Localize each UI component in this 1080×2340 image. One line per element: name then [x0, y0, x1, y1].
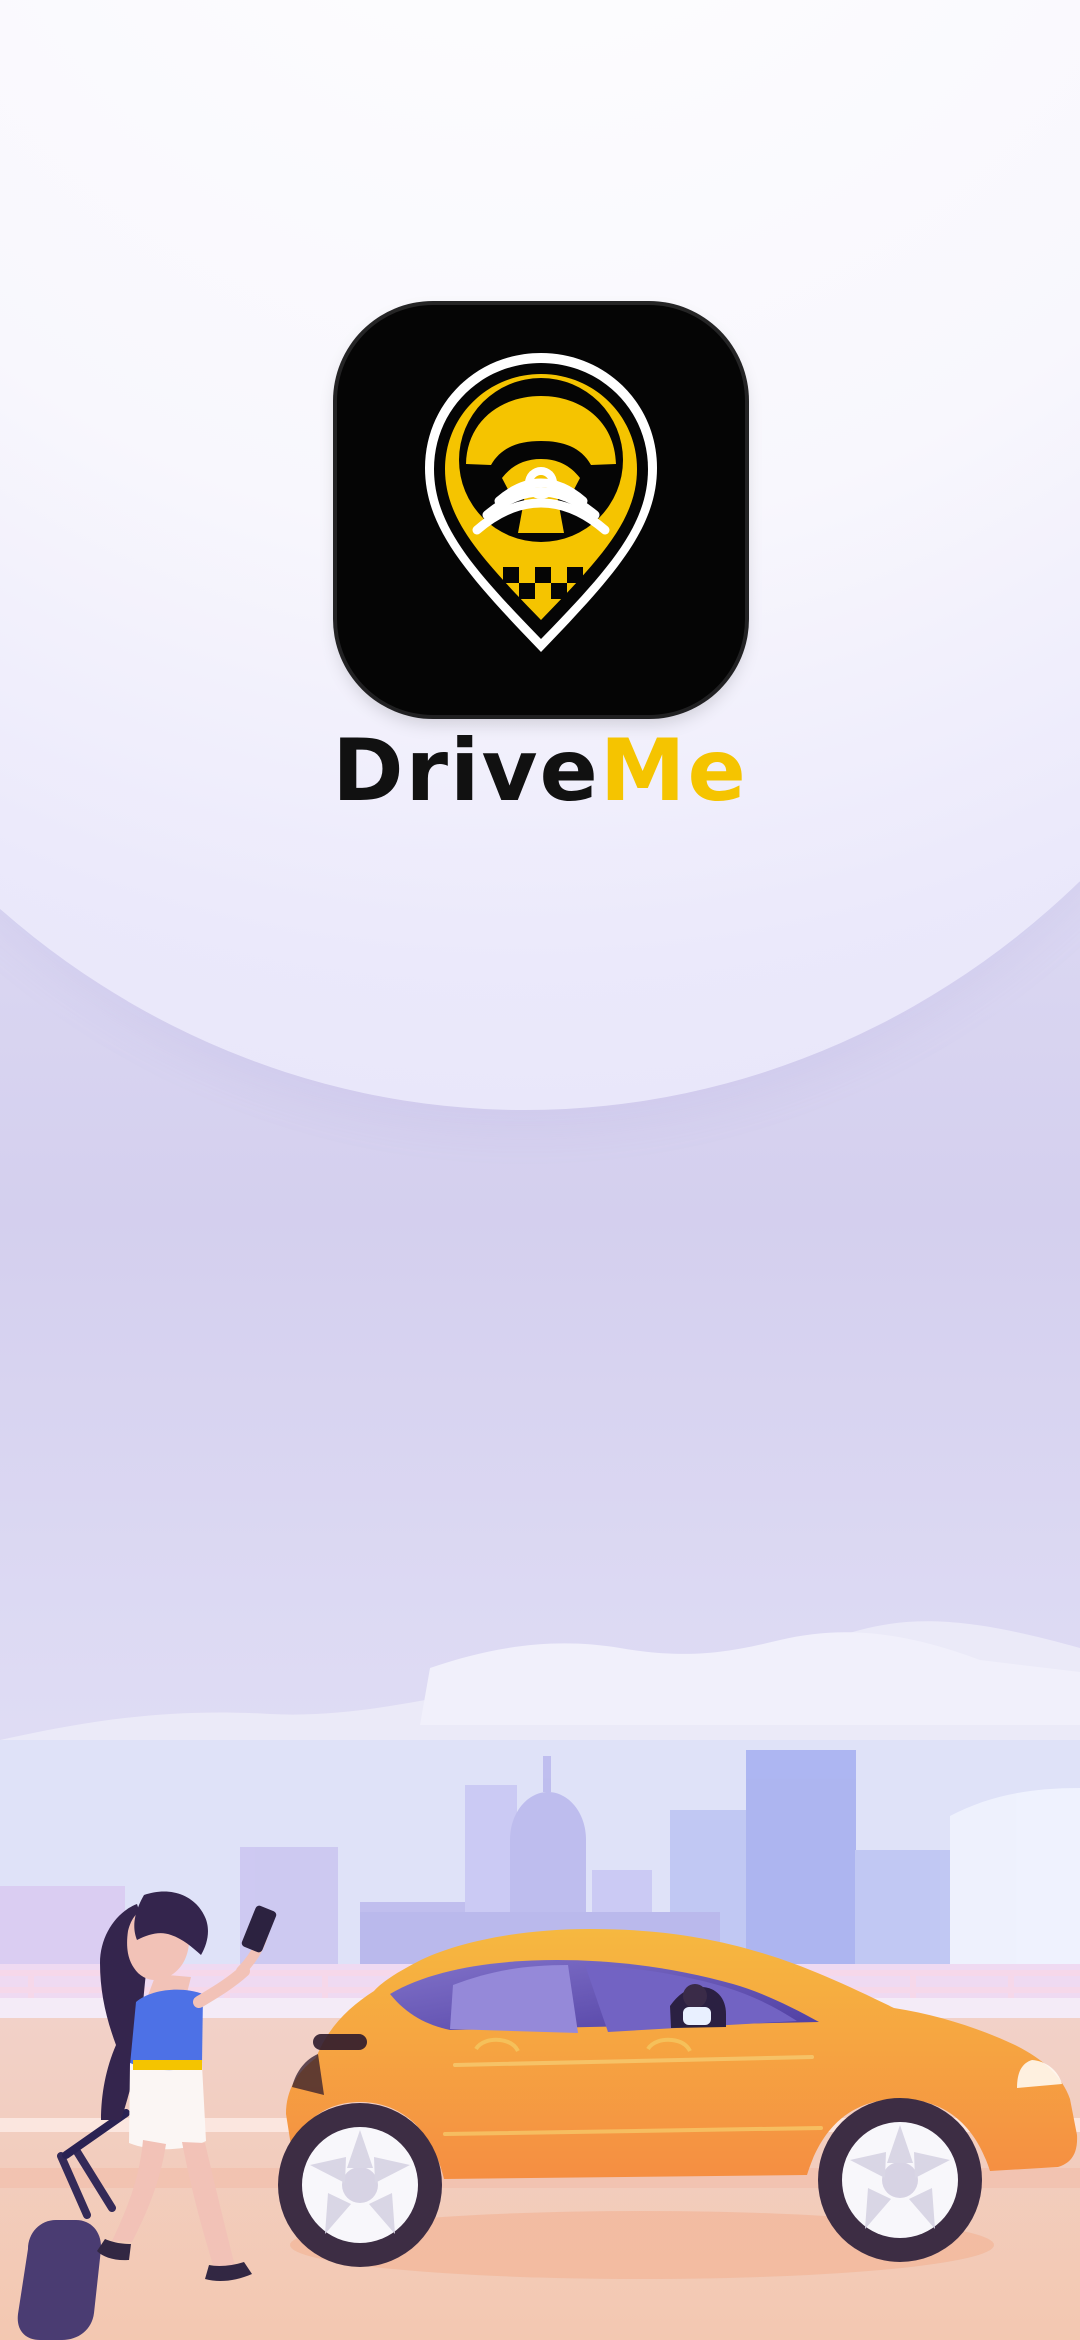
- brand-name: DriveMe: [0, 728, 1080, 814]
- brand-name-accent: Me: [599, 721, 748, 821]
- ride-hailing-illustration-svg: [0, 1621, 1080, 2340]
- location-pin-steering-wheel-icon: [425, 353, 657, 652]
- brand-logo-area: DriveMe: [0, 305, 1080, 825]
- app-logo: [337, 305, 745, 715]
- splash-screen: DriveMe: [0, 0, 1080, 2340]
- ride-hailing-illustration: [0, 1540, 1080, 2340]
- brand-name-primary: Drive: [332, 721, 600, 821]
